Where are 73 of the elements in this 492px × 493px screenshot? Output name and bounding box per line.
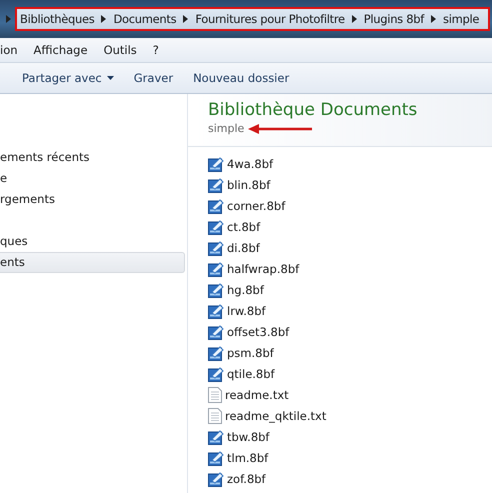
- file-name: hg.8bf: [227, 282, 264, 296]
- address-bar[interactable]: Bibliothèques Documents Fournitures pour Photofiltre Plugins 8bf simple: [15, 7, 490, 31]
- file-item[interactable]: readme_qktile.txt: [208, 405, 326, 426]
- file-item[interactable]: psm.8bf: [208, 342, 274, 363]
- file-name: psm.8bf: [227, 346, 274, 360]
- menu-item[interactable]: Affichage: [34, 43, 88, 57]
- breadcrumb-item[interactable]: Plugins 8bf: [364, 12, 424, 26]
- navigation-item[interactable]: ents: [0, 252, 185, 273]
- plugin-file-icon: [208, 324, 224, 340]
- plugin-file-icon: [208, 344, 224, 360]
- menu-item[interactable]: ?: [152, 43, 159, 57]
- plugin-file-icon: [208, 218, 224, 234]
- chevron-icon[interactable]: [431, 15, 436, 23]
- breadcrumb-item[interactable]: Documents: [113, 12, 176, 26]
- file-name: corner.8bf: [227, 198, 286, 212]
- file-item[interactable]: hg.8bf: [208, 279, 264, 300]
- plugin-file-icon: [208, 428, 224, 444]
- file-item[interactable]: 4wa.8bf: [208, 153, 274, 174]
- file-name: blin.8bf: [227, 178, 270, 192]
- file-item[interactable]: ct.8bf: [208, 216, 260, 237]
- file-item[interactable]: corner.8bf: [208, 195, 286, 216]
- plugin-file-icon: [208, 366, 224, 382]
- toolbar-button[interactable]: Graver: [126, 68, 182, 88]
- file-name: di.8bf: [227, 240, 260, 254]
- library-title: Bibliothèque Documents: [208, 100, 418, 120]
- chevron-icon[interactable]: [352, 15, 357, 23]
- plugin-file-icon: [208, 176, 224, 192]
- file-name: tbw.8bf: [227, 430, 270, 444]
- breadcrumb-item[interactable]: Fournitures pour Photofiltre: [195, 12, 345, 26]
- folder-subtitle: simple: [208, 122, 244, 135]
- file-name: tlm.8bf: [227, 450, 268, 464]
- breadcrumb-item[interactable]: simple: [443, 12, 480, 26]
- file-name: offset3.8bf: [227, 324, 290, 338]
- file-name: readme_qktile.txt: [225, 408, 326, 422]
- file-item[interactable]: readme.txt: [208, 384, 289, 405]
- file-name: qtile.8bf: [227, 366, 275, 380]
- file-name: lrw.8bf: [227, 304, 266, 318]
- toolbar-button[interactable]: Partager avec: [14, 68, 122, 88]
- file-item[interactable]: zof.8bf: [208, 468, 266, 489]
- breadcrumb-item[interactable]: Bibliothèques: [20, 12, 94, 26]
- plugin-file-icon: [208, 156, 224, 172]
- chevron-icon[interactable]: [101, 15, 106, 23]
- file-name: zof.8bf: [227, 472, 266, 486]
- file-item[interactable]: lrw.8bf: [208, 300, 266, 321]
- file-item[interactable]: di.8bf: [208, 237, 260, 258]
- file-name: 4wa.8bf: [227, 156, 274, 170]
- file-name: readme.txt: [225, 388, 289, 402]
- text-file-icon: [208, 408, 222, 424]
- menu-item[interactable]: ion: [0, 43, 18, 57]
- text-file-icon: [208, 386, 222, 402]
- file-name: halfwrap.8bf: [227, 262, 300, 276]
- plugin-file-icon: [208, 260, 224, 276]
- plugin-file-icon: [208, 240, 224, 256]
- navigation-item[interactable]: rgements: [0, 189, 185, 210]
- file-item[interactable]: tbw.8bf: [208, 426, 270, 447]
- toolbar-button[interactable]: Nouveau dossier: [185, 68, 298, 88]
- arrow-icon: [248, 124, 312, 134]
- file-item[interactable]: offset3.8bf: [208, 321, 290, 342]
- plugin-file-icon: [208, 470, 224, 486]
- navigation-item[interactable]: e: [0, 168, 185, 189]
- plugin-file-icon: [208, 450, 224, 466]
- file-name: ct.8bf: [227, 220, 260, 234]
- plugin-file-icon: [208, 302, 224, 318]
- plugin-file-icon: [208, 282, 224, 298]
- file-item[interactable]: blin.8bf: [208, 174, 270, 195]
- chevron-icon[interactable]: [183, 15, 188, 23]
- menu-item[interactable]: Outils: [104, 43, 137, 57]
- navigation-item[interactable]: ements récents: [0, 147, 185, 168]
- file-item[interactable]: qtile.8bf: [208, 363, 275, 384]
- plugin-file-icon: [208, 198, 224, 214]
- file-item[interactable]: halfwrap.8bf: [208, 258, 300, 279]
- navigation-item[interactable]: ques: [0, 231, 185, 252]
- file-item[interactable]: tlm.8bf: [208, 447, 268, 468]
